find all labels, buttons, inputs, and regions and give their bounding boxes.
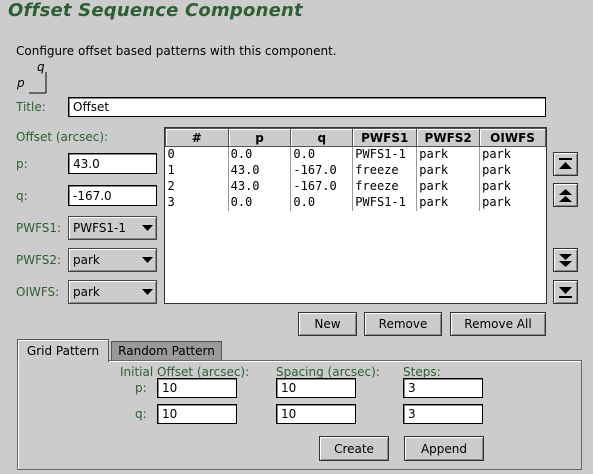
move-to-top-icon [559, 158, 572, 169]
oiwfs-select[interactable]: park [68, 280, 157, 304]
column-header[interactable]: q [290, 128, 354, 147]
oiwfs-value: park [73, 285, 100, 299]
column-header[interactable]: PWFS2 [416, 128, 481, 147]
initial-offset-q-field[interactable] [157, 404, 237, 424]
table-cell: park [416, 194, 481, 211]
table-cell: 1 [165, 162, 229, 179]
tab-grid-pattern[interactable]: Grid Pattern [17, 339, 109, 362]
table-cell: park [482, 195, 512, 209]
move-to-bottom-icon [559, 287, 572, 298]
pq-axes-icon: p q [15, 60, 55, 96]
move-down-icon [559, 253, 572, 267]
move-up-icon [559, 188, 572, 202]
tab-random-pattern[interactable]: Random Pattern [111, 341, 222, 360]
pwfs2-value: park [73, 253, 100, 267]
table-header-row: # p q PWFS1 PWFS2 OIWFS [165, 128, 546, 147]
table-cell: 0.0 [290, 194, 354, 211]
create-button[interactable]: Create [319, 436, 389, 461]
move-down-button[interactable] [553, 248, 578, 272]
steps-p-field[interactable] [403, 378, 483, 398]
table-cell: -167.0 [290, 162, 354, 179]
table-row[interactable]: 2 43.0 -167.0 freeze park park [165, 178, 546, 195]
spacing-label: Spacing (arcsec): [276, 365, 380, 379]
table-cell: 43.0 [228, 178, 292, 195]
offset-table[interactable]: # p q PWFS1 PWFS2 OIWFS 0 0.0 0.0 PWFS1-… [164, 127, 547, 304]
q-label: q: [16, 189, 28, 203]
title-label: Title: [16, 100, 46, 114]
pwfs1-select[interactable]: PWFS1-1 [68, 216, 157, 240]
p-offset-field[interactable] [68, 153, 157, 174]
move-up-button[interactable] [553, 183, 578, 207]
append-button[interactable]: Append [404, 436, 484, 461]
move-to-top-button[interactable] [553, 152, 578, 176]
steps-q-field[interactable] [403, 404, 483, 424]
table-cell: park [482, 147, 512, 162]
pwfs1-value: PWFS1-1 [73, 221, 127, 235]
column-header[interactable]: OIWFS [479, 128, 546, 147]
new-button[interactable]: New [298, 312, 357, 336]
page-title: Offset Sequence Component [8, 0, 303, 21]
remove-all-button[interactable]: Remove All [450, 312, 546, 336]
table-cell: 2 [165, 178, 229, 195]
initial-offset-p-field[interactable] [157, 378, 237, 398]
table-cell: park [416, 162, 481, 179]
spacing-q-field[interactable] [276, 404, 356, 424]
pwfs2-select[interactable]: park [68, 248, 157, 272]
table-cell: 0.0 [228, 194, 292, 211]
p-label: p: [16, 157, 28, 171]
q-offset-field[interactable] [68, 185, 157, 206]
table-row[interactable]: 3 0.0 0.0 PWFS1-1 park park [165, 194, 546, 211]
description-text: Configure offset based patterns with thi… [16, 44, 337, 58]
column-header[interactable]: PWFS1 [352, 128, 418, 147]
table-row[interactable]: 1 43.0 -167.0 freeze park park [165, 162, 546, 179]
table-cell: park [416, 146, 481, 163]
pwfs2-label: PWFS2: [16, 253, 62, 267]
chevron-down-icon [138, 249, 156, 271]
table-cell: park [416, 178, 481, 195]
table-cell: -167.0 [290, 178, 354, 195]
move-to-bottom-button[interactable] [553, 280, 578, 304]
initial-offset-label: Initial Offset (arcsec): [120, 365, 250, 379]
oiwfs-label: OIWFS: [16, 285, 60, 299]
pwfs1-label: PWFS1: [16, 221, 62, 235]
table-cell: freeze [352, 178, 418, 195]
remove-button[interactable]: Remove [364, 312, 442, 336]
table-cell: 3 [165, 194, 229, 211]
axis-p-label: p [17, 76, 25, 90]
axis-q-label: q [37, 60, 45, 74]
offset-label: Offset (arcsec): [16, 130, 109, 144]
spacing-p-field[interactable] [276, 378, 356, 398]
chevron-down-icon [138, 217, 156, 239]
grid-q-label: q: [135, 407, 147, 421]
table-cell: park [482, 163, 512, 177]
table-row[interactable]: 0 0.0 0.0 PWFS1-1 park park [165, 146, 546, 163]
column-header[interactable]: p [227, 128, 292, 147]
table-cell: 0.0 [228, 146, 292, 163]
grid-p-label: p: [135, 381, 147, 395]
table-cell: PWFS1-1 [352, 146, 418, 163]
steps-label: Steps: [403, 365, 441, 379]
table-cell: 0.0 [290, 146, 354, 163]
table-cell: 0 [165, 146, 229, 163]
table-cell: park [482, 179, 512, 193]
table-cell: PWFS1-1 [352, 194, 418, 211]
table-cell: freeze [352, 162, 418, 179]
column-header[interactable]: # [165, 128, 229, 147]
chevron-down-icon [138, 281, 156, 303]
title-field[interactable] [68, 97, 546, 117]
table-cell: 43.0 [228, 162, 292, 179]
